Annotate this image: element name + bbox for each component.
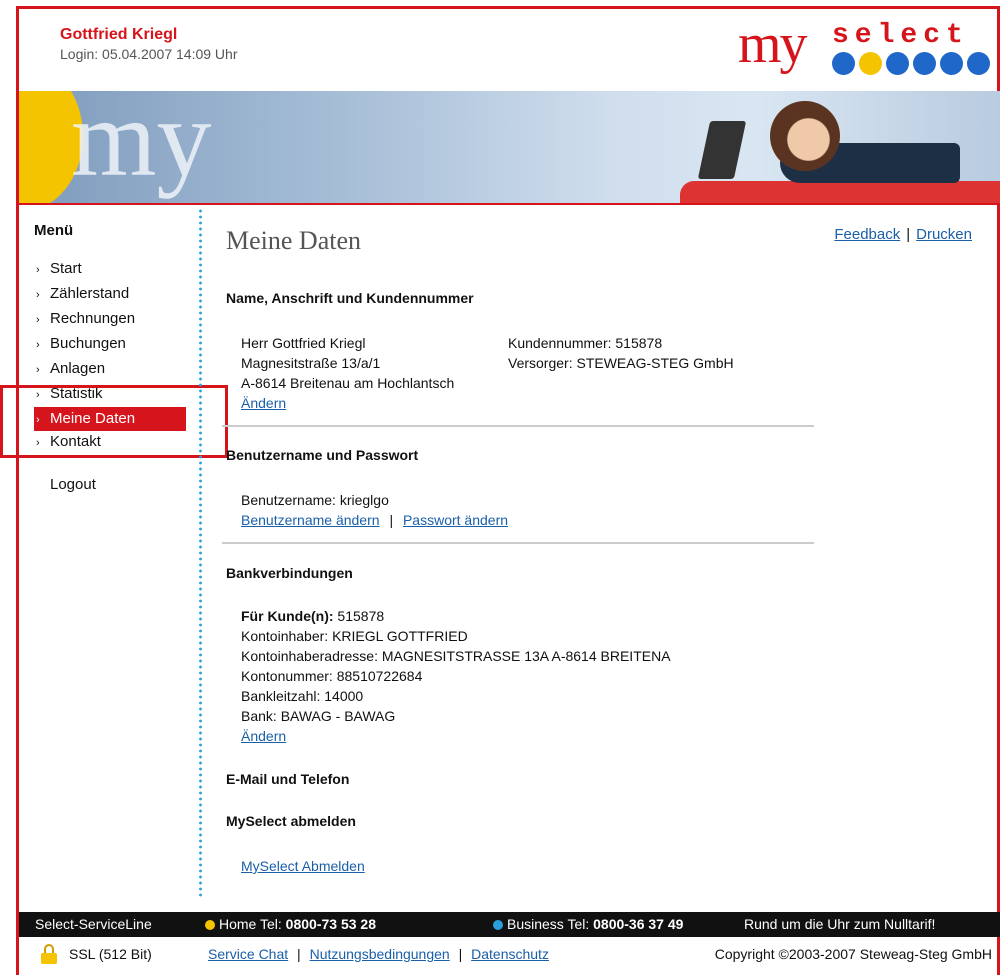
footer-serviceline-bar: Select-ServiceLine Home Tel: 0800-73 53 … <box>19 912 1000 937</box>
unsubscribe-link[interactable]: MySelect Abmelden <box>241 858 365 874</box>
bank-code: Bankleitzahl: 14000 <box>241 688 364 704</box>
sidebar-item-label: Zählerstand <box>50 285 130 302</box>
sidebar-divider <box>199 208 202 898</box>
section-heading-email-phone: E-Mail und Telefon <box>226 771 350 787</box>
logo-select-text: select <box>832 20 969 51</box>
logo-my-text: my <box>738 13 808 75</box>
logo-dot <box>940 52 963 75</box>
customer-city: A-8614 Breitenau am Hochlantsch <box>241 375 455 391</box>
sidebar-item-label: Buchungen <box>50 335 126 352</box>
account-holder: Kontoinhaber: KRIEGL GOTTFRIED <box>241 628 468 644</box>
customer-info-block: Kundennummer: 515878 Versorger: STEWEAG-… <box>508 333 734 373</box>
chevron-right-icon: › <box>36 264 40 276</box>
logo-dot <box>886 52 909 75</box>
change-username-link[interactable]: Benutzername ändern <box>241 512 380 528</box>
bank-customer-label: Für Kunde(n): <box>241 608 334 624</box>
section-heading-bank: Bankverbindungen <box>226 565 353 581</box>
logo-dot <box>859 52 882 75</box>
bank-customer-line: Für Kunde(n): 515878 <box>241 606 671 626</box>
section-heading-address: Name, Anschrift und Kundennummer <box>226 290 474 306</box>
laptop-icon <box>697 121 747 179</box>
print-link[interactable]: Drucken <box>916 226 972 243</box>
section-heading-credentials: Benutzername und Passwort <box>226 447 419 463</box>
logo-dot <box>913 52 936 75</box>
menu-title: Menü <box>34 222 74 239</box>
change-password-link[interactable]: Passwort ändern <box>403 512 508 528</box>
home-tel-label: Home Tel: <box>219 916 286 932</box>
blue-dot-icon <box>493 920 503 930</box>
link-separator: | <box>906 226 911 243</box>
header-banner: my <box>19 91 1000 203</box>
bank-customer-value: 515878 <box>333 608 385 624</box>
edit-address-link[interactable]: Ändern <box>241 395 286 411</box>
section-divider <box>222 425 814 427</box>
service-line-label: Select-ServiceLine <box>35 916 152 932</box>
highlight-annotation-box <box>0 385 228 458</box>
link-separator: | <box>458 946 463 962</box>
sidebar-item-buchungen[interactable]: › Buchungen <box>34 333 186 358</box>
logo-dot <box>967 52 990 75</box>
yellow-dot-icon <box>205 920 215 930</box>
footer-bottom: SSL (512 Bit) Service Chat | Nutzungsbed… <box>19 942 1000 972</box>
banner-divider <box>19 203 1000 205</box>
sidebar-item-label: Rechnungen <box>50 310 136 327</box>
banner-sofa <box>680 181 1000 203</box>
holder-address: Kontoinhaberadresse: MAGNESITSTRASSE 13A… <box>241 648 671 664</box>
customer-name: Herr Gottfried Kriegl <box>241 335 366 351</box>
business-tel-label: Business Tel: <box>507 916 594 932</box>
chevron-right-icon: › <box>36 364 40 376</box>
account-number: Kontonummer: 88510722684 <box>241 668 423 684</box>
banner-person-head <box>770 101 840 171</box>
supplier: Versorger: STEWEAG-STEG GmbH <box>508 355 734 371</box>
section-heading-unsubscribe: MySelect abmelden <box>226 813 356 829</box>
credentials-block: Benutzername: krieglgo Benutzername ände… <box>241 490 508 530</box>
bank-block: Für Kunde(n): 515878 Kontoinhaber: KRIEG… <box>241 606 671 746</box>
privacy-link[interactable]: Datenschutz <box>471 946 549 962</box>
home-tel: Home Tel: 0800-73 53 28 <box>205 916 376 932</box>
chevron-right-icon: › <box>36 339 40 351</box>
top-links: Feedback | Drucken <box>834 226 972 243</box>
footer-links: Service Chat | Nutzungsbedingungen | Dat… <box>208 946 549 962</box>
business-tel-number: 0800-36 37 49 <box>593 916 684 932</box>
chevron-right-icon: › <box>36 314 40 326</box>
service-chat-link[interactable]: Service Chat <box>208 946 288 962</box>
section-divider <box>222 542 814 544</box>
banner-my-text: my <box>71 91 212 199</box>
link-separator: | <box>297 946 301 962</box>
home-tel-number: 0800-73 53 28 <box>285 916 376 932</box>
sidebar-item-anlagen[interactable]: › Anlagen <box>34 358 186 383</box>
myselect-logo[interactable]: my select <box>738 13 990 78</box>
bank-name: Bank: BAWAG - BAWAG <box>241 708 396 724</box>
feedback-link[interactable]: Feedback <box>834 226 900 243</box>
sidebar-item-label: Start <box>50 260 82 277</box>
sidebar-item-start[interactable]: › Start <box>34 258 186 283</box>
business-tel: Business Tel: 0800-36 37 49 <box>493 916 683 932</box>
edit-bank-link[interactable]: Ändern <box>241 728 286 744</box>
link-separator: | <box>389 512 394 528</box>
login-info: Login: 05.04.2007 14:09 Uhr <box>60 46 238 62</box>
sidebar-item-label: Anlagen <box>50 360 106 377</box>
banner-photo <box>670 91 1000 203</box>
unsubscribe-block: MySelect Abmelden <box>241 856 365 876</box>
page-title: Meine Daten <box>226 226 362 255</box>
terms-link[interactable]: Nutzungsbedingungen <box>310 946 450 962</box>
logo-dot <box>832 52 855 75</box>
sidebar-item-zaehlerstand[interactable]: › Zählerstand <box>34 283 186 308</box>
customer-number: Kundennummer: 515878 <box>508 335 663 351</box>
chevron-right-icon: › <box>36 289 40 301</box>
customer-street: Magnesitstraße 13/a/1 <box>241 355 381 371</box>
username-value: Benutzername: krieglgo <box>241 492 389 508</box>
lock-icon <box>41 944 57 964</box>
ssl-info: SSL (512 Bit) <box>69 946 152 962</box>
copyright: Copyright ©2003-2007 Steweag-Steg GmbH <box>714 946 992 962</box>
address-block: Herr Gottfried Kriegl Magnesitstraße 13/… <box>241 333 454 413</box>
sidebar-item-rechnungen[interactable]: › Rechnungen <box>34 308 186 333</box>
user-name: Gottfried Kriegl <box>60 26 178 43</box>
logo-dots <box>832 52 990 75</box>
logout-link[interactable]: Logout <box>50 476 96 493</box>
footer-slogan: Rund um die Uhr zum Nulltarif! <box>744 916 936 932</box>
